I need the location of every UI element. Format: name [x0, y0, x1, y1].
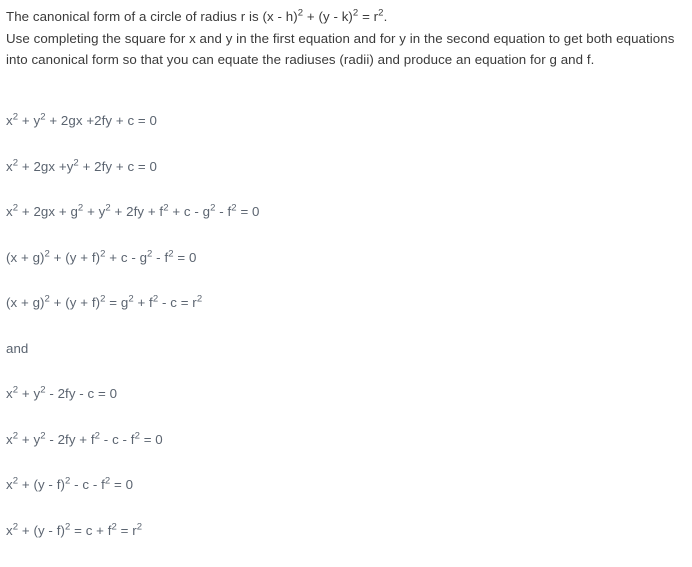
equation-text: = c + f: [70, 523, 111, 538]
equation-text: + y: [18, 386, 40, 401]
equation-line: x2 + 2gx + g2 + y2 + 2fy + f2 + c - g2 -…: [6, 203, 686, 249]
intro-block: The canonical form of a circle of radius…: [6, 6, 686, 71]
equation-text: x: [6, 523, 13, 538]
equation-text: + (y - f): [18, 523, 65, 538]
equation-text: x: [6, 432, 13, 447]
canonical-form-text-2: + (y - k): [303, 9, 353, 24]
equation-list: x2 + y2 + 2gx +2fy + c = 0x2 + 2gx +y2 +…: [6, 112, 686, 567]
equation-text: x: [6, 159, 13, 174]
equation-text: + c - g: [105, 250, 147, 265]
equation-text: - f: [152, 250, 168, 265]
equation-text: = g: [105, 295, 128, 310]
equation-text: (x + g): [6, 295, 45, 310]
equation-text: + (y - f): [18, 477, 65, 492]
equation-text: + y: [18, 432, 40, 447]
canonical-form-text-1: The canonical form of a circle of radius…: [6, 9, 298, 24]
equation-text: + 2gx +y: [18, 159, 73, 174]
equation-line: x2 + y2 - 2fy - c = 0: [6, 385, 686, 431]
equation-text: = 0: [110, 477, 133, 492]
equation-text: + 2fy + c = 0: [79, 159, 157, 174]
equation-text: - c = r: [158, 295, 197, 310]
equation-text: x: [6, 477, 13, 492]
exponent: 2: [197, 294, 202, 305]
equation-text: x: [6, 386, 13, 401]
canonical-form-text-3: = r: [358, 9, 378, 24]
equation-text: + 2fy + f: [111, 204, 163, 219]
equation-text: - 2fy + f: [46, 432, 95, 447]
equation-text: x: [6, 113, 13, 128]
canonical-form-text-4: .: [384, 9, 388, 24]
equation-text: - f: [216, 204, 232, 219]
equation-text: + c - g: [169, 204, 211, 219]
equation-text: - 2fy - c = 0: [46, 386, 118, 401]
equation-text: = 0: [237, 204, 260, 219]
equation-line: x2 + 2gx +y2 + 2fy + c = 0: [6, 158, 686, 204]
equation-text: + y: [83, 204, 105, 219]
equation-line: x2 + (y - f)2 = c + f2 = r2: [6, 522, 686, 567]
equation-text: - c - f: [70, 477, 105, 492]
equation-text: = 0: [174, 250, 197, 265]
equation-line: (x + g)2 + (y + f)2 + c - g2 - f2 = 0: [6, 249, 686, 295]
equation-text: x: [6, 204, 13, 219]
exponent: 2: [137, 521, 142, 532]
equation-text: = r: [117, 523, 137, 538]
equation-line: x2 + y2 + 2gx +2fy + c = 0: [6, 112, 686, 158]
equation-line: (x + g)2 + (y + f)2 = g2 + f2 - c = r2: [6, 294, 686, 340]
equation-text: and: [6, 341, 28, 356]
equation-text: + f: [134, 295, 153, 310]
solution-page: The canonical form of a circle of radius…: [0, 0, 692, 563]
equation-text: + (y + f): [50, 295, 100, 310]
equation-line: x2 + y2 - 2fy + f2 - c - f2 = 0: [6, 431, 686, 477]
equation-text: = 0: [140, 432, 163, 447]
equation-line: x2 + (y - f)2 - c - f2 = 0: [6, 476, 686, 522]
equation-text: + 2gx + g: [18, 204, 78, 219]
equation-text: - c - f: [100, 432, 135, 447]
equation-text: (x + g): [6, 250, 45, 265]
canonical-form-statement: The canonical form of a circle of radius…: [6, 6, 686, 28]
connector-text: and: [6, 340, 686, 386]
equation-text: + y: [18, 113, 40, 128]
equation-text: + 2gx +2fy + c = 0: [46, 113, 157, 128]
instruction-paragraph: Use completing the square for x and y in…: [6, 28, 686, 71]
equation-text: + (y + f): [50, 250, 100, 265]
